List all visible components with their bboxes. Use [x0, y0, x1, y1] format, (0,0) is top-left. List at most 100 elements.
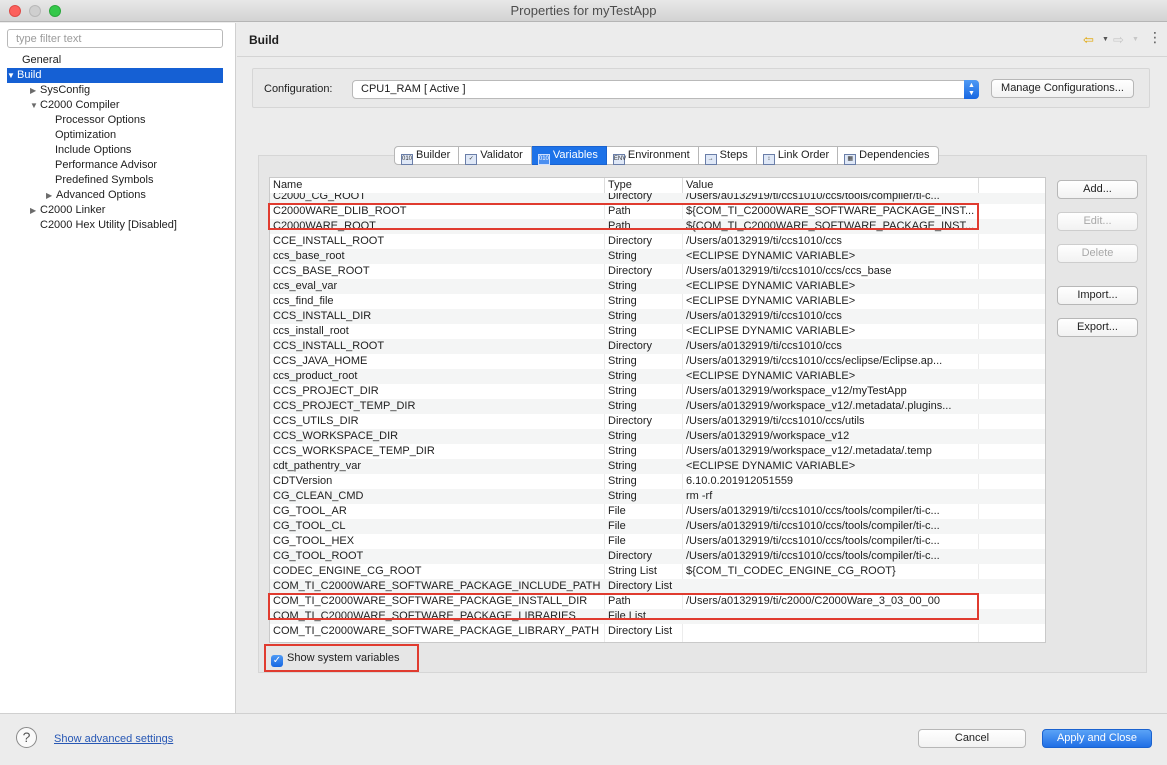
collapsed-arrow-icon[interactable]: ▶	[30, 83, 40, 98]
table-row[interactable]: CCS_BASE_ROOT Directory/Users/a0132919/ti…	[270, 264, 1045, 279]
variable-type: String	[608, 355, 637, 367]
sidebar-item[interactable]: C2000 Hex Utility [Disabled]	[40, 218, 177, 233]
table-row[interactable]: ccs_base_root String <ECLIPSE DYNAMIC VARI…	[270, 249, 1045, 264]
back-arrow-icon[interactable]: ⇦	[1083, 32, 1094, 48]
table-row[interactable]: CDTVersion String 6.10.0.201912051559	[270, 474, 1045, 489]
variable-value: /Users/a0132919/workspace_v12/myTestApp	[686, 385, 907, 397]
sidebar-item[interactable]: ▼ C2000 Compiler	[30, 98, 119, 113]
variable-name: CCE_INSTALL_ROOT	[273, 235, 385, 247]
sidebar-item[interactable]: Include Options	[55, 143, 131, 158]
maximize-window-button[interactable]	[49, 5, 61, 17]
view-menu-icon[interactable]: ⋮	[1148, 30, 1162, 44]
table-row[interactable]: CG_CLEAN_CMD String rm -rf	[270, 489, 1045, 504]
configuration-select[interactable]: CPU1_RAM [ Active ] ▲ ▼	[352, 80, 979, 99]
cancel-button[interactable]: Cancel	[918, 729, 1026, 748]
import-button[interactable]: Import...	[1057, 286, 1138, 305]
delete-button[interactable]: Delete	[1057, 244, 1138, 263]
configuration-label: Configuration:	[264, 83, 333, 95]
sidebar-item-label: SysConfig	[40, 84, 91, 96]
table-row[interactable]: CCE_INSTALL_ROOT Directory/Users/a0132919…	[270, 234, 1045, 249]
sidebar-item-label: C2000 Linker	[40, 204, 106, 216]
select-arrows-icon: ▲ ▼	[964, 80, 979, 99]
table-row[interactable]: CCS_PROJECT_TEMP_DIR String/Users/a013291…	[270, 399, 1045, 414]
edit-button[interactable]: Edit...	[1057, 212, 1138, 231]
column-header-name[interactable]: Name	[273, 179, 302, 191]
table-row[interactable]: CCS_JAVA_HOME String/Users/a0132919/ti/cc…	[270, 354, 1045, 369]
table-row[interactable]: ccs_product_root String <ECLIPSE DYNAMIC V…	[270, 369, 1045, 384]
tab-link-order[interactable]: ↕ Link Order	[756, 146, 839, 165]
sidebar-item[interactable]: Predefined Symbols	[55, 173, 153, 188]
collapsed-arrow-icon[interactable]: ▶	[46, 188, 56, 203]
expanded-arrow-icon[interactable]: ▼	[30, 98, 40, 113]
apply-and-close-button[interactable]: Apply and Close	[1042, 729, 1152, 748]
environment-icon: ENV	[612, 154, 626, 165]
sidebar-item-label: Processor Options	[55, 114, 146, 126]
variable-value: /Users/a0132919/ti/ccs1010/ccs/tools/com…	[686, 535, 940, 547]
forward-dropdown-icon[interactable]: ▼	[1132, 36, 1139, 43]
table-row[interactable]: cdt_pathentry_var String <ECLIPSE DYNAMIC …	[270, 459, 1045, 474]
sidebar-item-label: C2000 Compiler	[40, 99, 120, 111]
tab-dependencies[interactable]: ▦ Dependencies	[838, 146, 939, 165]
filter-input[interactable]	[7, 29, 223, 48]
tab-builder[interactable]: 010 Builder	[394, 146, 460, 165]
table-row[interactable]: CCS_INSTALL_ROOT Directory/Users/a0132919…	[270, 339, 1045, 354]
table-row[interactable]: ccs_install_root String <ECLIPSE DYNAMIC V…	[270, 324, 1045, 339]
variable-value: <ECLIPSE DYNAMIC VARIABLE>	[686, 295, 856, 307]
table-row[interactable]: CG_TOOL_HEX File/Users/a0132919/ti/ccs101…	[270, 534, 1045, 549]
table-row[interactable]: CG_TOOL_ROOT Directory/Users/a0132919/ti/…	[270, 549, 1045, 564]
back-dropdown-icon[interactable]: ▼	[1102, 36, 1109, 43]
show-advanced-settings-link[interactable]: Show advanced settings	[54, 733, 173, 745]
window-titlebar: Properties for myTestApp	[0, 0, 1167, 22]
variable-type: Directory	[608, 550, 653, 562]
sidebar-item[interactable]: ▶ Advanced Options	[46, 188, 146, 203]
checkmark-icon[interactable]: ✓	[271, 655, 283, 667]
table-row[interactable]: CCS_PROJECT_DIR String/Users/a0132919/wor…	[270, 384, 1045, 399]
table-row[interactable]: COM_TI_C2000WARE_SOFTWARE_PACKAGE_INCLUD…	[270, 579, 1045, 594]
table-row[interactable]: ccs_find_file String <ECLIPSE DYNAMIC VARI…	[270, 294, 1045, 309]
help-icon[interactable]: ?	[16, 727, 37, 748]
dependencies-icon: ▦	[844, 154, 857, 165]
tab-validator[interactable]: ✓ Validator	[459, 146, 532, 165]
variable-name: ccs_eval_var	[273, 280, 338, 292]
add-button[interactable]: Add...	[1057, 180, 1138, 199]
window-title: Properties for myTestApp	[510, 3, 657, 18]
collapsed-arrow-icon[interactable]: ▶	[30, 203, 40, 218]
table-row[interactable]: CODEC_ENGINE_CG_ROOT String List ${COM_TI_…	[270, 564, 1045, 579]
sidebar-item[interactable]: Optimization	[55, 128, 116, 143]
tab-environment[interactable]: ENV Environment	[606, 146, 699, 165]
close-window-button[interactable]	[9, 5, 21, 17]
export-button[interactable]: Export...	[1057, 318, 1138, 337]
variable-name: ccs_find_file	[273, 295, 334, 307]
table-row[interactable]: ccs_eval_var String <ECLIPSE DYNAMIC VARIA…	[270, 279, 1045, 294]
sidebar-item[interactable]: General	[22, 53, 61, 68]
variable-value: /Users/a0132919/ti/ccs1010/ccs/ccs_base	[686, 265, 892, 277]
variable-name: ccs_base_root	[273, 250, 345, 262]
table-row[interactable]: CCS_WORKSPACE_DIR String/Users/a0132919/w…	[270, 429, 1045, 444]
sidebar-item[interactable]: ▶ C2000 Linker	[30, 203, 105, 218]
table-row[interactable]: CCS_INSTALL_DIR String/Users/a0132919/ti/…	[270, 309, 1045, 324]
tab-steps[interactable]: → Steps	[698, 146, 757, 165]
minimize-window-button[interactable]	[29, 5, 41, 17]
column-header-type[interactable]: Type	[608, 179, 632, 191]
highlight-box-install-dir	[268, 593, 979, 620]
sidebar-item[interactable]: ▼ Build	[7, 68, 223, 83]
sidebar-item[interactable]: Performance Advisor	[55, 158, 157, 173]
table-row[interactable]: CCS_UTILS_DIR Directory/Users/a0132919/ti…	[270, 414, 1045, 429]
forward-arrow-icon[interactable]: ⇨	[1113, 32, 1124, 48]
sidebar-item[interactable]: Processor Options	[55, 113, 145, 128]
column-header-value[interactable]: Value	[686, 179, 713, 191]
table-row[interactable]: CG_TOOL_AR File/Users/a0132919/ti/ccs1010…	[270, 504, 1045, 519]
page-title: Build	[249, 33, 279, 47]
variable-type: String	[608, 430, 637, 442]
variable-type: String	[608, 250, 637, 262]
table-row[interactable]: COM_TI_C2000WARE_SOFTWARE_PACKAGE_LIBRAR…	[270, 624, 1045, 639]
manage-configurations-button[interactable]: Manage Configurations...	[991, 79, 1134, 98]
tab-label: Dependencies	[859, 149, 930, 161]
tab-variables[interactable]: 010 Variables	[531, 146, 607, 165]
table-row[interactable]: CCS_WORKSPACE_TEMP_DIR String/Users/a0132…	[270, 444, 1045, 459]
variable-name: CCS_PROJECT_TEMP_DIR	[273, 400, 416, 412]
expanded-arrow-icon[interactable]: ▼	[7, 68, 17, 83]
show-system-variables-checkbox[interactable]: ✓ Show system variables	[271, 650, 400, 667]
table-row[interactable]: CG_TOOL_CL File/Users/a0132919/ti/ccs1010…	[270, 519, 1045, 534]
sidebar-item[interactable]: ▶ SysConfig	[30, 83, 90, 98]
